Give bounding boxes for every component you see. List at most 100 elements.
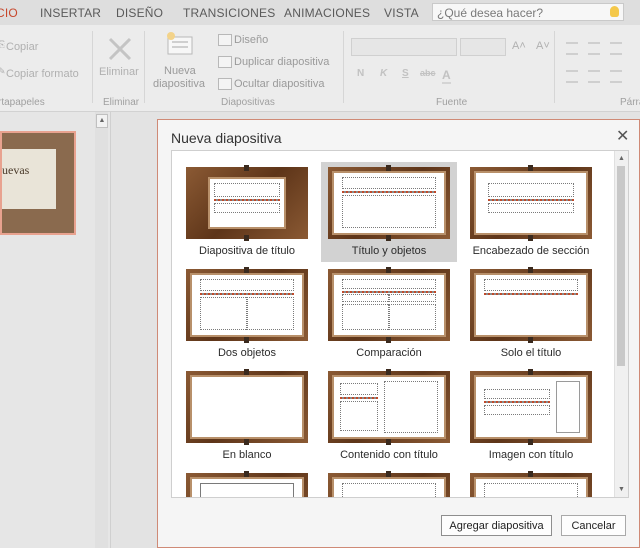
scrollbar-thumb[interactable] [617, 166, 625, 366]
new-slide-button-line2[interactable]: diapositiva [153, 78, 205, 90]
layout-label: Comparación [356, 347, 422, 359]
caption-title-placeholder [484, 389, 550, 399]
layout-icon [218, 34, 232, 46]
new-slide-button[interactable]: Nueva [164, 65, 196, 77]
slide-thumbnail[interactable]: uevas [0, 131, 76, 235]
layout-tile-section-header[interactable]: Encabezado de sección [463, 162, 599, 262]
scroll-up-arrow-icon[interactable]: ▲ [96, 114, 108, 128]
gallery-scrollbar[interactable]: ▲ ▼ [614, 151, 628, 497]
thumbnail-scrollbar[interactable]: ▲ [95, 112, 108, 548]
tab-transiciones[interactable]: TRANSICIONES [183, 6, 275, 20]
title-mat [208, 177, 286, 229]
bold-button[interactable]: N [357, 68, 364, 79]
title-placeholder [200, 279, 294, 291]
layout-thumbnail [328, 471, 450, 497]
shrink-font-icon[interactable]: A˅ [536, 40, 550, 52]
layout-tile-two-content[interactable]: Dos objetos [179, 264, 315, 364]
duplicate-icon [218, 56, 232, 68]
cancel-button[interactable]: Cancelar [561, 515, 626, 536]
font-color-button[interactable]: A [442, 68, 451, 84]
frame-tab [244, 165, 249, 171]
blank-inner [192, 377, 302, 437]
frame-tab [244, 235, 249, 241]
tab-inicio[interactable]: CIO [0, 6, 18, 20]
blank-mat [190, 375, 304, 439]
duplicate-slide-button[interactable]: Duplicar diapositiva [234, 56, 329, 68]
tell-me-input[interactable]: ¿Qué desea hacer? [432, 3, 624, 21]
group-divider [343, 31, 344, 103]
delete-button[interactable]: Eliminar [99, 66, 139, 78]
frame-tab [386, 439, 391, 445]
italic-button[interactable]: K [380, 68, 387, 79]
underline-button[interactable]: S [402, 68, 409, 79]
text-placeholder [488, 203, 574, 213]
tab-diseno[interactable]: DISEÑO [116, 6, 163, 20]
frame-tab [528, 439, 533, 445]
font-name-dropdown[interactable] [351, 38, 457, 56]
layout-tile-partial-3[interactable] [463, 468, 599, 497]
bullets-icon[interactable] [566, 42, 578, 55]
left-header-placeholder [342, 294, 390, 302]
scroll-down-arrow-icon[interactable]: ▼ [616, 484, 627, 495]
content-mat [332, 171, 446, 235]
partial-mat [332, 477, 446, 497]
layout-label: Contenido con título [340, 449, 438, 461]
placeholder [342, 483, 436, 497]
align-center-icon[interactable] [588, 70, 600, 83]
tab-animaciones[interactable]: ANIMACIONES [284, 6, 370, 20]
layout-tile-title-content[interactable]: Título y objetos [321, 162, 457, 262]
layout-tile-comparison[interactable]: Comparación [321, 264, 457, 364]
scroll-up-arrow-icon[interactable]: ▲ [616, 153, 627, 164]
picture-inner [476, 377, 586, 437]
format-painter-icon: ✎ [0, 66, 6, 76]
layout-thumbnail [186, 165, 308, 241]
layout-thumbnail [186, 471, 308, 497]
strikethrough-button[interactable]: abc [420, 68, 436, 78]
title-separator [484, 401, 550, 403]
title-separator [488, 199, 574, 201]
layout-tile-blank[interactable]: En blanco [179, 366, 315, 466]
layout-tile-partial-2[interactable] [321, 468, 457, 497]
frame-tab [386, 235, 391, 241]
ribbon: Copiar ⎘ Copiar formato ✎ rtapapeles Eli… [0, 25, 640, 112]
right-header-placeholder [388, 294, 436, 302]
layout-thumbnail [470, 267, 592, 343]
indent-icon[interactable] [610, 42, 622, 55]
right-content-placeholder [246, 297, 294, 330]
title-placeholder [214, 183, 280, 197]
align-left-icon[interactable] [566, 70, 578, 83]
layout-tile-content-caption[interactable]: Contenido con título [321, 366, 457, 466]
hide-slide-button[interactable]: Ocultar diapositiva [234, 78, 325, 90]
left-content-placeholder [342, 304, 390, 330]
align-right-icon[interactable] [610, 70, 622, 83]
tab-vista[interactable]: VISTA [384, 6, 419, 20]
copy-button[interactable]: Copiar [6, 41, 38, 53]
titleonly-mat [474, 273, 588, 337]
close-icon[interactable]: ✕ [616, 126, 629, 146]
hide-slide-icon [218, 78, 232, 90]
right-content-placeholder [388, 304, 436, 330]
add-slide-button[interactable]: Agregar diapositiva [441, 515, 552, 536]
caption-mat [332, 375, 446, 439]
numbering-icon[interactable] [588, 42, 600, 55]
title-separator [342, 291, 436, 293]
section-inner [476, 173, 586, 233]
title-separator [200, 293, 294, 295]
layout-label: En blanco [222, 449, 272, 461]
copy-format-button[interactable]: Copiar formato [6, 68, 79, 80]
layout-thumbnail [328, 369, 450, 445]
grow-font-icon[interactable]: A˄ [512, 40, 526, 52]
font-size-dropdown[interactable] [460, 38, 506, 56]
layout-label: Título y objetos [351, 245, 427, 257]
layout-tile-title-slide[interactable]: Diapositiva de título [179, 162, 315, 262]
frame-tab [528, 235, 533, 241]
layout-thumbnail [470, 165, 592, 241]
clipboard-group-label: rtapapeles [0, 97, 45, 108]
layout-tile-title-only[interactable]: Solo el título [463, 264, 599, 364]
layout-tile-partial-1[interactable] [179, 468, 315, 497]
tab-insertar[interactable]: INSERTAR [40, 6, 101, 20]
layout-button[interactable]: Diseño [234, 34, 268, 46]
layout-label: Imagen con título [488, 449, 574, 461]
layout-tile-picture-caption[interactable]: Imagen con título [463, 366, 599, 466]
frame-tab [244, 439, 249, 445]
